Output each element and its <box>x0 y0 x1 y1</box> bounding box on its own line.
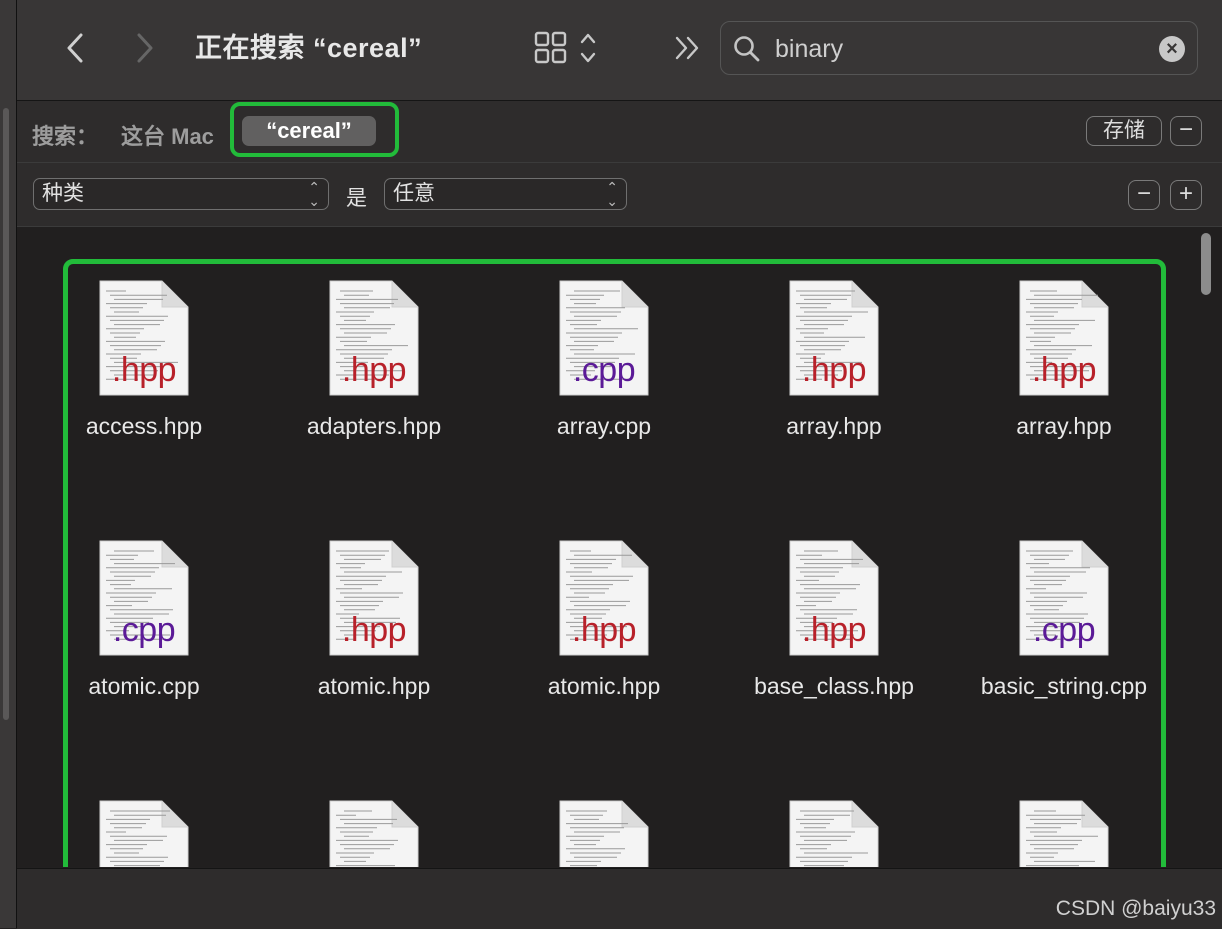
filter-row: 种类 ⌃ ⌄ 是 任意 ⌃ ⌄ − + <box>17 163 1222 227</box>
file-item[interactable] <box>274 799 474 867</box>
attribute-select[interactable]: 种类 ⌃ ⌄ <box>33 178 329 210</box>
file-name: array.cpp <box>556 413 652 439</box>
file-item[interactable]: .cpp array.cpp <box>504 279 704 440</box>
source-file-icon <box>558 799 650 867</box>
file-name: array.hpp <box>1016 413 1112 439</box>
source-file-icon: .cpp <box>1018 539 1110 657</box>
file-item[interactable]: .hpp adapters.hpp <box>274 279 474 440</box>
sidebar-scroll-handle[interactable] <box>3 108 9 720</box>
source-file-icon <box>328 799 420 867</box>
file-extension-label: .hpp <box>801 611 867 649</box>
scope-cereal-button[interactable]: “cereal” <box>242 116 376 146</box>
file-name: atomic.cpp <box>88 673 200 699</box>
source-file-icon: .hpp <box>98 279 190 397</box>
file-extension-label: .hpp <box>111 351 177 389</box>
file-grid: .hpp access.hpp .hpp adapters.hpp .cpp array.… <box>17 227 1222 867</box>
file-item[interactable]: .hpp array.hpp <box>964 279 1164 440</box>
window-title: 正在搜索 “cereal” <box>195 33 423 63</box>
scope-label: 搜索： <box>32 124 99 149</box>
source-file-icon <box>788 799 880 867</box>
file-item[interactable]: .hpp array.hpp <box>734 279 934 440</box>
source-file-icon: .hpp <box>328 279 420 397</box>
value-select-value: 任意 <box>393 182 435 205</box>
file-name: base_class.hpp <box>754 673 914 699</box>
file-extension-label: .hpp <box>571 611 637 649</box>
select-chevron-icon: ⌃ ⌄ <box>308 179 320 209</box>
scope-this-mac-button[interactable]: 这台 Mac <box>121 119 214 151</box>
file-extension-label: .hpp <box>341 611 407 649</box>
file-item[interactable] <box>964 799 1164 867</box>
search-input[interactable] <box>773 30 1147 68</box>
file-item[interactable]: .hpp access.hpp <box>44 279 244 440</box>
source-file-icon: .hpp <box>328 539 420 657</box>
forward-button[interactable] <box>127 28 163 68</box>
file-extension-label: .hpp <box>801 351 867 389</box>
save-search-button[interactable]: 存储 <box>1086 116 1162 146</box>
file-item[interactable] <box>734 799 934 867</box>
file-item[interactable]: .hpp atomic.hpp <box>274 539 474 700</box>
file-extension-label: .hpp <box>1031 351 1097 389</box>
search-icon <box>734 36 760 62</box>
vertical-scrollbar[interactable] <box>1198 227 1220 867</box>
source-file-icon <box>1018 799 1110 867</box>
status-bar: CSDN @baiyu33 <box>17 868 1222 929</box>
view-mode-button[interactable] <box>533 30 597 66</box>
scrollbar-thumb[interactable] <box>1201 233 1211 295</box>
file-extension-label: .cpp <box>572 351 636 389</box>
file-name: atomic.hpp <box>547 673 661 699</box>
source-file-icon: .hpp <box>1018 279 1110 397</box>
file-extension-label: .cpp <box>112 611 176 649</box>
source-file-icon: .hpp <box>558 539 650 657</box>
add-filter-button[interactable]: + <box>1170 180 1202 210</box>
chevron-right-icon <box>137 33 153 63</box>
file-name: atomic.hpp <box>317 673 431 699</box>
source-file-icon <box>98 799 190 867</box>
watermark-text: CSDN @baiyu33 <box>1055 897 1216 920</box>
file-item[interactable]: .hpp base_class.hpp <box>734 539 934 700</box>
file-item[interactable]: .hpp atomic.hpp <box>504 539 704 700</box>
search-field[interactable]: × <box>720 21 1198 75</box>
select-chevron-icon: ⌃ ⌄ <box>606 179 618 209</box>
file-name: basic_string.cpp <box>980 673 1148 699</box>
source-file-icon: .hpp <box>788 539 880 657</box>
value-select[interactable]: 任意 ⌃ ⌄ <box>384 178 627 210</box>
attribute-select-value: 种类 <box>42 182 84 205</box>
remove-scope-button[interactable]: − <box>1170 116 1202 146</box>
file-name: adapters.hpp <box>306 413 442 439</box>
file-item[interactable]: .cpp atomic.cpp <box>44 539 244 700</box>
file-name: array.hpp <box>786 413 882 439</box>
remove-filter-button[interactable]: − <box>1128 180 1160 210</box>
toolbar-overflow-button[interactable] <box>672 30 704 66</box>
grid-view-icon <box>534 31 596 64</box>
double-chevron-right-icon <box>675 36 699 60</box>
clear-search-icon[interactable]: × <box>1159 36 1185 62</box>
file-item[interactable] <box>44 799 244 867</box>
search-scope-bar: 搜索： 这台 Mac “cereal” 存储 − <box>17 101 1222 163</box>
file-extension-label: .hpp <box>341 351 407 389</box>
file-extension-label: .cpp <box>1032 611 1096 649</box>
source-file-icon: .cpp <box>558 279 650 397</box>
toolbar: 正在搜索 “cereal” × <box>17 0 1222 101</box>
scope-highlight-outline: “cereal” <box>230 102 399 157</box>
source-file-icon: .hpp <box>788 279 880 397</box>
file-item[interactable] <box>504 799 704 867</box>
chevron-left-icon <box>67 33 83 63</box>
sidebar-edge <box>0 0 17 928</box>
operator-label: 是 <box>346 187 367 210</box>
source-file-icon: .cpp <box>98 539 190 657</box>
back-button[interactable] <box>57 28 93 68</box>
file-item[interactable]: .cpp basic_string.cpp <box>964 539 1164 700</box>
file-name: access.hpp <box>85 413 203 439</box>
